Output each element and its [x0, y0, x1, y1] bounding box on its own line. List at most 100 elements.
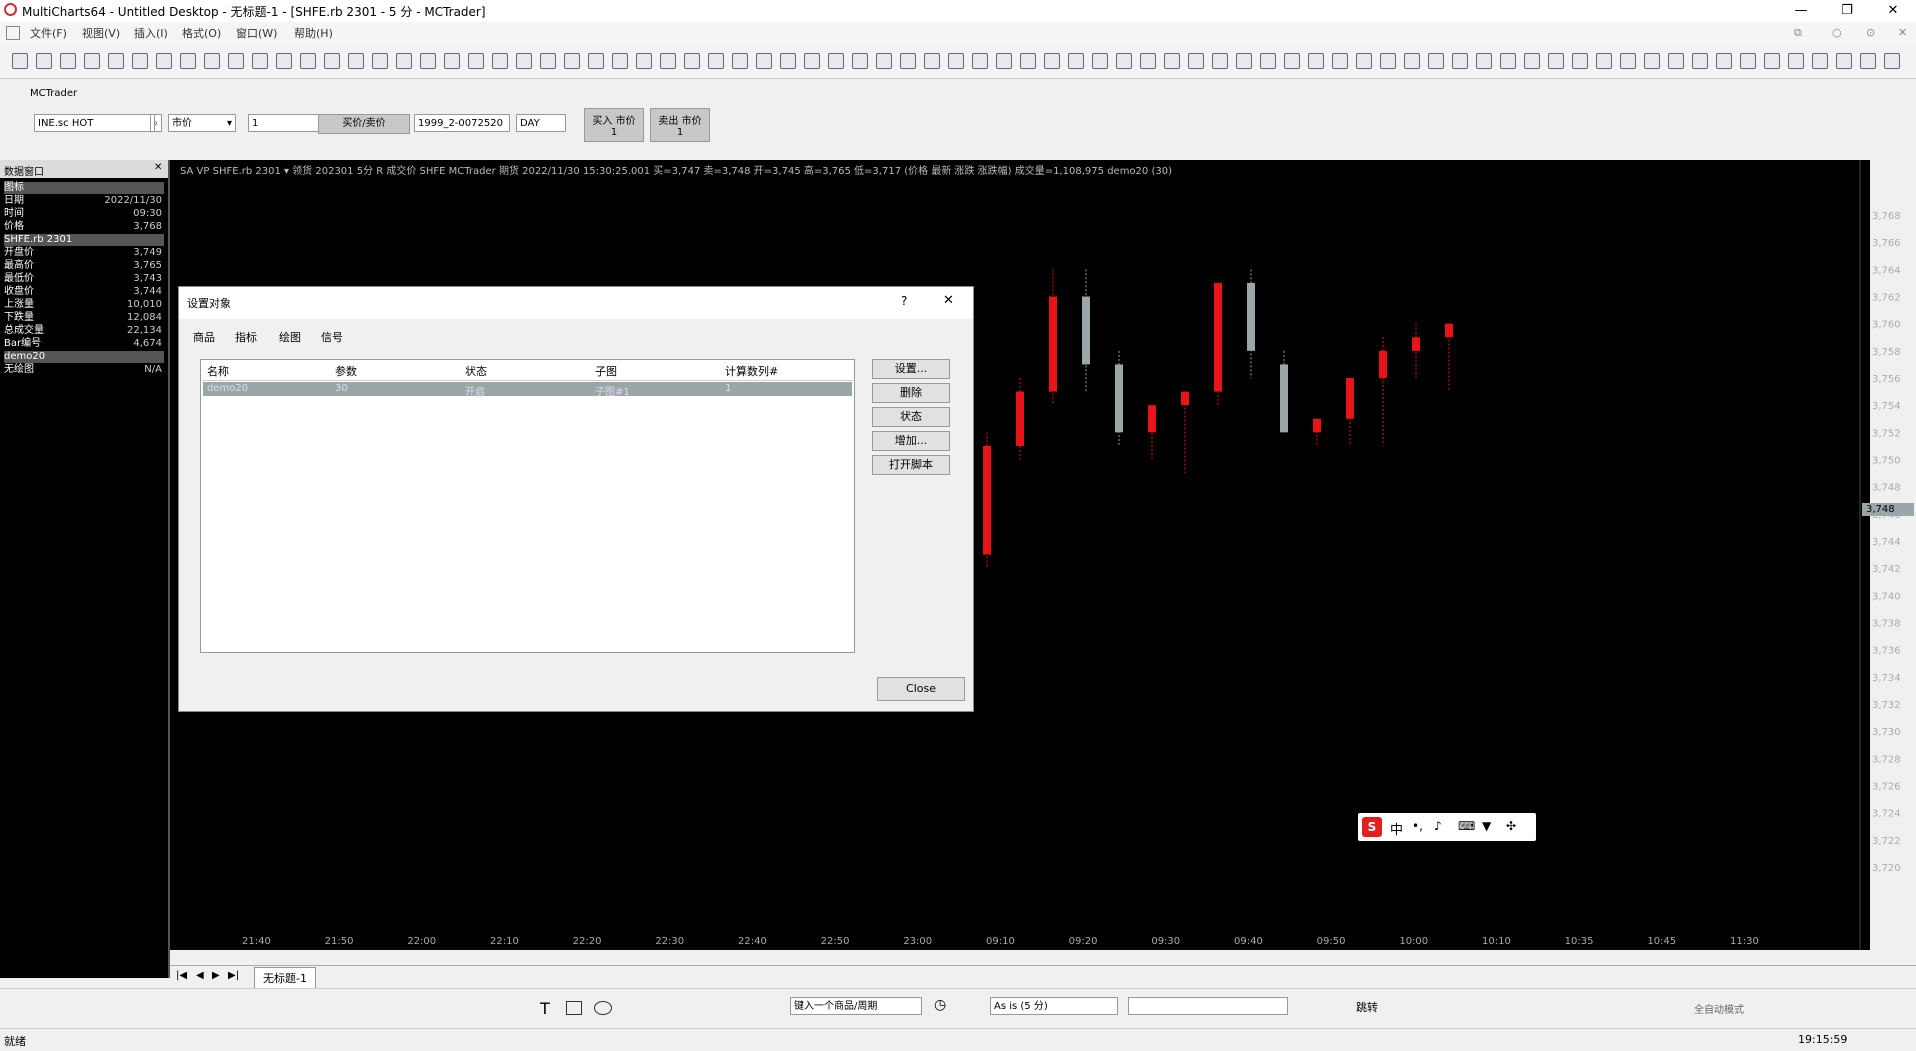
candle-body[interactable]: [1214, 282, 1222, 392]
toolbar-icon[interactable]: [84, 53, 100, 69]
tab-indicators[interactable]: 指标: [235, 329, 257, 345]
toolbar-icon[interactable]: [1428, 53, 1444, 69]
toolbar-icon[interactable]: [372, 53, 388, 69]
mdi-close-button[interactable]: ✕: [1898, 26, 1907, 39]
toolbar-icon[interactable]: [1644, 53, 1660, 69]
toolbar-icon[interactable]: [60, 53, 76, 69]
auto-mode-label[interactable]: 全自动模式: [1694, 1001, 1744, 1016]
toolbar-icon[interactable]: [1692, 53, 1708, 69]
toolbar-icon[interactable]: [1356, 53, 1372, 69]
restore-button[interactable]: ❐: [1830, 2, 1864, 20]
mdi-restore-button[interactable]: ○: [1832, 26, 1842, 39]
status-button[interactable]: 状态: [872, 407, 950, 427]
toolbar-icon[interactable]: [516, 53, 532, 69]
ime-toolbar[interactable]: S 中 •, ♪ ⌨ ▼ ✣: [1358, 813, 1536, 841]
candle-body[interactable]: [1247, 282, 1255, 351]
toolbar-icon[interactable]: [492, 53, 508, 69]
toolbar-icon[interactable]: [852, 53, 868, 69]
toolbar-icon[interactable]: [1572, 53, 1588, 69]
tab-nav-prev[interactable]: ◀: [196, 970, 204, 981]
order-type-select[interactable]: 市价 ▾: [168, 114, 236, 132]
account-select[interactable]: 1999_2-0072520: [414, 114, 510, 132]
grid-icon[interactable]: ✣: [1506, 819, 1516, 833]
price-mode-button[interactable]: 买价/卖价: [318, 114, 410, 134]
toolbar-icon[interactable]: [444, 53, 460, 69]
toolbar-icon[interactable]: [588, 53, 604, 69]
toolbar-icon[interactable]: [756, 53, 772, 69]
toolbar-icon[interactable]: [1020, 53, 1036, 69]
candle-body[interactable]: [1346, 378, 1354, 419]
toolbar-icon[interactable]: [108, 53, 124, 69]
toolbar-icon[interactable]: [1812, 53, 1828, 69]
candle-body[interactable]: [1412, 337, 1420, 351]
toolbar-icon[interactable]: [1188, 53, 1204, 69]
toolbar-icon[interactable]: [1788, 53, 1804, 69]
resolution-select[interactable]: As is (5 分): [990, 997, 1118, 1015]
toolbar-icon[interactable]: [1068, 53, 1084, 69]
toolbar-icon[interactable]: [1860, 53, 1876, 69]
toolbar-icon[interactable]: [1140, 53, 1156, 69]
close-window-button[interactable]: ✕: [1876, 2, 1910, 20]
symbol-resolution-input[interactable]: 键入一个商品/周期: [790, 997, 922, 1015]
add-button[interactable]: 增加...: [872, 431, 950, 451]
toolbar-icon[interactable]: [564, 53, 580, 69]
toolbar-icon[interactable]: [1236, 53, 1252, 69]
rectangle-tool-icon[interactable]: [566, 1001, 582, 1015]
toolbar-icon[interactable]: [1716, 53, 1732, 69]
toolbar-icon[interactable]: [972, 53, 988, 69]
toolbar-icon[interactable]: [204, 53, 220, 69]
toolbar-icon[interactable]: [1836, 53, 1852, 69]
sell-market-button[interactable]: 卖出 市价 1: [650, 108, 710, 142]
keyboard-icon[interactable]: ⌨: [1458, 819, 1475, 833]
settings-button[interactable]: 设置...: [872, 359, 950, 379]
jump-button[interactable]: 跳转: [1356, 999, 1378, 1015]
toolbar-icon[interactable]: [1548, 53, 1564, 69]
close-button[interactable]: Close: [877, 677, 965, 701]
toolbar-icon[interactable]: [828, 53, 844, 69]
candle-body[interactable]: [1445, 323, 1453, 338]
toolbar-icon[interactable]: [612, 53, 628, 69]
col-name[interactable]: 名称: [207, 363, 229, 379]
skin-icon[interactable]: ▼: [1482, 819, 1491, 833]
toolbar-icon[interactable]: [948, 53, 964, 69]
toolbar-icon[interactable]: [732, 53, 748, 69]
ellipse-tool-icon[interactable]: [594, 1001, 612, 1015]
open-script-button[interactable]: 打开脚本: [872, 455, 950, 475]
mdi-minimize-button[interactable]: ⧉: [1794, 26, 1802, 40]
microphone-icon[interactable]: ♪: [1434, 819, 1442, 833]
toolbar-icon[interactable]: [1044, 53, 1060, 69]
toolbar-icon[interactable]: [1380, 53, 1396, 69]
toolbar-icon[interactable]: [1740, 53, 1756, 69]
menu-help[interactable]: 帮助(H): [294, 25, 333, 41]
mdi-pin-icon[interactable]: ⊙: [1866, 26, 1875, 39]
col-status[interactable]: 状态: [465, 363, 487, 379]
toolbar-icon[interactable]: [708, 53, 724, 69]
close-icon[interactable]: ✕: [154, 162, 162, 173]
toolbar-icon[interactable]: [636, 53, 652, 69]
toolbar-icon[interactable]: [1284, 53, 1300, 69]
toolbar-icon[interactable]: [780, 53, 796, 69]
toolbar-icon[interactable]: [1260, 53, 1276, 69]
toolbar-icon[interactable]: [1308, 53, 1324, 69]
toolbar-icon[interactable]: [1212, 53, 1228, 69]
toolbar-icon[interactable]: [228, 53, 244, 69]
toolbar-icon[interactable]: [1620, 53, 1636, 69]
ime-punct-icon[interactable]: •,: [1412, 819, 1423, 833]
candle-body[interactable]: [1280, 364, 1288, 433]
toolbar-icon[interactable]: [1596, 53, 1612, 69]
toolbar-icon[interactable]: [540, 53, 556, 69]
toolbar-icon[interactable]: [1452, 53, 1468, 69]
col-subchart[interactable]: 子图: [595, 363, 617, 379]
toolbar-icon[interactable]: [132, 53, 148, 69]
col-series[interactable]: 计算数列#: [725, 363, 778, 379]
ime-mode[interactable]: 中: [1390, 819, 1403, 838]
toolbar-icon[interactable]: [12, 53, 28, 69]
toolbar-icon[interactable]: [1764, 53, 1780, 69]
sheet-tab[interactable]: 无标题-1: [254, 967, 316, 989]
clock-icon[interactable]: ◷: [934, 997, 946, 1013]
candle-body[interactable]: [1049, 296, 1057, 392]
menu-file[interactable]: 文件(F): [30, 25, 67, 41]
candle-body[interactable]: [1115, 364, 1123, 433]
tab-instruments[interactable]: 商品: [193, 329, 215, 345]
text-tool-icon[interactable]: T: [540, 999, 550, 1018]
